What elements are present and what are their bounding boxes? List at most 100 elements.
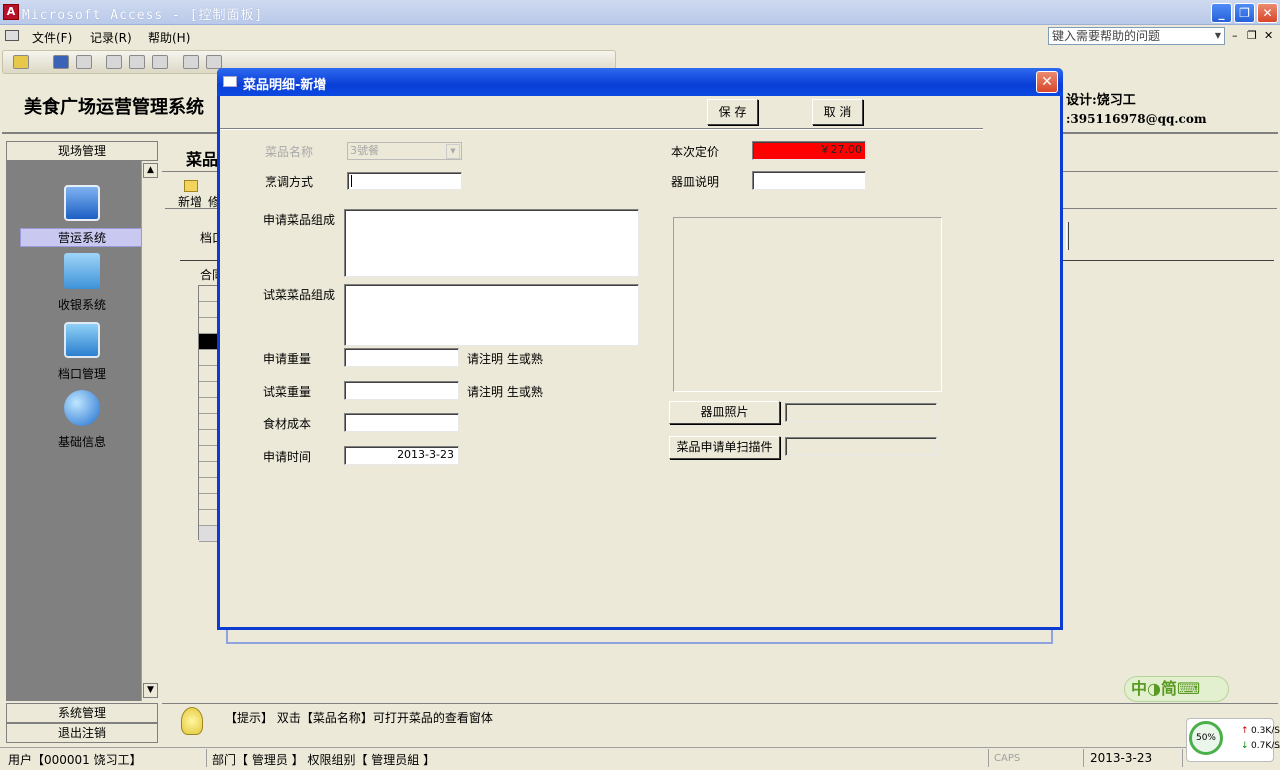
date-field[interactable]: 2013-3-23	[344, 446, 459, 465]
spelling-icon[interactable]	[152, 55, 168, 69]
search-icon[interactable]	[76, 55, 92, 69]
scroll-left-icon[interactable]	[199, 526, 217, 542]
divider	[1083, 749, 1084, 767]
table-row[interactable]	[199, 318, 217, 334]
chevron-down-icon[interactable]: ▼	[446, 144, 460, 159]
menu-help[interactable]: 帮助(H)	[148, 29, 190, 46]
trial-composition-textarea[interactable]	[344, 284, 639, 346]
scroll-up-icon[interactable]: ▲	[143, 163, 158, 178]
cost-field[interactable]	[344, 413, 459, 432]
cooking-method-field[interactable]	[347, 172, 462, 190]
nav-item-operations[interactable]: 营运系统	[20, 228, 144, 247]
print-icon[interactable]	[106, 55, 122, 69]
folder-icon[interactable]	[64, 253, 100, 289]
download-arrow-icon: ↓	[1241, 741, 1249, 751]
dish-name-select[interactable]: 3號餐 ▼	[347, 142, 462, 160]
cooking-method-label: 烹调方式	[265, 175, 314, 189]
web-window-icon[interactable]	[64, 185, 100, 221]
trial-weight-label: 试菜重量	[263, 385, 312, 399]
table-row[interactable]	[199, 510, 217, 526]
scan-path	[785, 437, 937, 456]
lightbulb-icon	[181, 707, 203, 735]
table-row[interactable]	[199, 478, 217, 494]
nav-item-stalls[interactable]: 档口管理	[20, 365, 144, 382]
mdi-close-button[interactable]: ✕	[1264, 29, 1273, 42]
ware-photo-button[interactable]: 器皿照片	[669, 401, 780, 424]
form-control-icon[interactable]	[5, 30, 19, 41]
dish-ware-field[interactable]	[752, 171, 866, 190]
help-search-input[interactable]: 键入需要帮助的问题 ▼	[1048, 27, 1225, 45]
composition-textarea[interactable]	[344, 209, 639, 277]
form-icon	[223, 76, 237, 87]
close-window-button[interactable]: ✕	[1257, 3, 1278, 23]
save-button[interactable]: 保 存	[707, 99, 758, 125]
table-row[interactable]	[199, 350, 217, 366]
scan-button[interactable]: 菜品申请单扫描件	[669, 436, 780, 459]
table-row[interactable]	[199, 286, 217, 302]
nav-group-logout[interactable]: 退出注销	[6, 723, 158, 743]
dialog-close-button[interactable]: ✕	[1036, 71, 1058, 93]
table-row[interactable]	[199, 382, 217, 398]
minimize-window-button[interactable]: _	[1211, 3, 1232, 23]
app-title-bar: A Microsoft Access - [控制面板] _ ❐ ✕	[0, 0, 1280, 25]
dish-ware-label: 器皿说明	[671, 175, 720, 189]
table-row[interactable]	[199, 446, 217, 462]
text-cursor	[351, 175, 352, 187]
background-form-title: 菜品	[186, 150, 219, 169]
nav-group-system[interactable]: 系统管理	[6, 703, 158, 723]
table-row[interactable]	[199, 414, 217, 430]
table-row[interactable]	[199, 494, 217, 510]
new-record-icon[interactable]	[184, 180, 198, 192]
record-selector-icon[interactable]	[199, 334, 217, 350]
nav-group-onsite[interactable]: 现场管理	[6, 141, 158, 161]
chevron-down-icon[interactable]: ▼	[1212, 28, 1224, 44]
mdi-restore-button[interactable]: ❐	[1247, 29, 1257, 42]
cut-icon[interactable]	[183, 55, 199, 69]
mdi-minimize-button[interactable]: –	[1232, 29, 1238, 42]
table-row[interactable]	[199, 398, 217, 414]
table-row[interactable]	[199, 462, 217, 478]
save-icon[interactable]	[53, 55, 69, 69]
weight-field[interactable]	[344, 348, 459, 367]
composition-label: 申请菜品组成	[263, 213, 336, 227]
price-field[interactable]: ￥27.00	[752, 141, 866, 160]
date-label: 申请时间	[263, 450, 312, 464]
nav-item-cashier[interactable]: 收银系统	[20, 296, 144, 313]
restore-window-button[interactable]: ❐	[1234, 3, 1255, 23]
table-row[interactable]	[199, 366, 217, 382]
dialog-shadow	[226, 630, 1053, 644]
cost-label: 食材成本	[263, 417, 312, 431]
divider	[206, 749, 207, 767]
download-speed: 0.7K/S	[1251, 741, 1280, 751]
weight-note: 请注明 生或熟	[467, 352, 543, 366]
cancel-button[interactable]: 取 消	[812, 99, 863, 125]
ime-toolbar[interactable]: 中◑简⌨	[1124, 676, 1229, 702]
copy-icon[interactable]	[206, 55, 222, 69]
divider	[220, 128, 983, 130]
trial-weight-note: 请注明 生或熟	[467, 385, 543, 399]
print-preview-icon[interactable]	[129, 55, 145, 69]
menu-file[interactable]: 文件(F)	[32, 29, 72, 46]
status-date: 2013-3-23	[1090, 751, 1153, 765]
access-app-icon[interactable]: A	[3, 4, 19, 20]
record-grid[interactable]	[198, 285, 218, 542]
status-user: 用户【000001 饶习工】	[8, 753, 142, 767]
dish-name-label: 菜品名称	[265, 145, 314, 159]
upload-speed: 0.3K/S	[1251, 726, 1280, 736]
status-bar	[0, 747, 1280, 770]
nav-scrollbar[interactable]: ▲ ▼	[141, 161, 158, 701]
nav-item-basic-info[interactable]: 基础信息	[20, 433, 144, 450]
house-icon[interactable]	[64, 322, 100, 358]
scroll-down-icon[interactable]: ▼	[143, 683, 158, 698]
design-view-icon[interactable]	[13, 55, 29, 69]
upload-arrow-icon: ↑	[1241, 726, 1249, 736]
divider	[1066, 222, 1069, 250]
ware-photo-frame[interactable]	[673, 217, 942, 392]
table-row[interactable]	[199, 302, 217, 318]
divider	[988, 749, 989, 767]
dialog-title: 菜品明细-新增	[243, 78, 327, 93]
trial-weight-field[interactable]	[344, 381, 459, 400]
table-row[interactable]	[199, 430, 217, 446]
menu-records[interactable]: 记录(R)	[90, 29, 132, 46]
globe-icon[interactable]	[64, 390, 100, 426]
